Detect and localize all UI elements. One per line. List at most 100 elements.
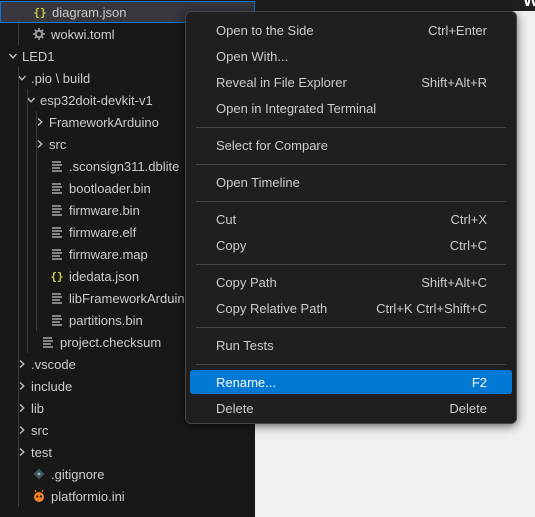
- indent-guide: [18, 309, 19, 331]
- lines-icon: [49, 224, 65, 240]
- menu-item-copy[interactable]: Copy Ctrl+C: [190, 233, 512, 257]
- tree-item[interactable]: test: [0, 441, 255, 463]
- indent-guide: [18, 331, 19, 353]
- menu-item-label: Rename...: [216, 374, 276, 390]
- menu-item-label: Copy: [216, 237, 247, 253]
- tree-item-label: platformio.ini: [51, 488, 125, 504]
- indent-guide: [18, 353, 19, 375]
- tree-item-label: libFrameworkArduino.a: [69, 290, 203, 306]
- indent-guide: [18, 177, 19, 199]
- editor-title: WOKWI Diagram Editor: [523, 0, 535, 10]
- indent-guide: [27, 287, 28, 309]
- menu-item-cut[interactable]: Cut Ctrl+X: [190, 207, 512, 231]
- git-icon: [31, 466, 47, 482]
- menu-item-shortcut: Ctrl+K Ctrl+Shift+C: [376, 300, 487, 316]
- context-menu: Open to the Side Ctrl+Enter Open With... Re…: [185, 11, 517, 424]
- indent-guide: [18, 133, 19, 155]
- indent-guide: [18, 485, 19, 507]
- menu-separator: [196, 127, 506, 128]
- indent-guide: [36, 199, 37, 221]
- indent-guide: [27, 243, 28, 265]
- indent-guide: [18, 397, 19, 419]
- menu-item-reveal-in-file-explorer[interactable]: Reveal in File Explorer Shift+Alt+R: [190, 70, 512, 94]
- lines-icon: [40, 334, 56, 350]
- chevron-down-icon[interactable]: [6, 51, 20, 61]
- menu-item-label: Run Tests: [216, 337, 274, 353]
- menu-item-open-with[interactable]: Open With...: [190, 44, 512, 68]
- menu-item-label: Reveal in File Explorer: [216, 74, 347, 90]
- tree-item-label: src: [49, 136, 67, 152]
- indent-guide: [36, 111, 37, 133]
- tree-item-label: .gitignore: [51, 466, 105, 482]
- menu-item-label: Delete: [216, 400, 254, 416]
- indent-guide: [18, 23, 19, 45]
- menu-item-select-for-compare[interactable]: Select for Compare: [190, 133, 512, 157]
- tree-item-label: firmware.elf: [69, 224, 137, 240]
- indent-guide: [19, 2, 20, 22]
- menu-item-label: Open in Integrated Terminal: [216, 100, 377, 116]
- indent-guide: [27, 199, 28, 221]
- tree-item-label: diagram.json: [52, 4, 127, 20]
- menu-item-label: Select for Compare: [216, 137, 328, 153]
- indent-guide: [27, 331, 28, 353]
- lines-icon: [49, 202, 65, 218]
- tree-item[interactable]: platformio.ini: [0, 485, 255, 507]
- menu-item-open-in-integrated-terminal[interactable]: Open in Integrated Terminal: [190, 96, 512, 120]
- indent-guide: [27, 177, 28, 199]
- tree-item-label: test: [31, 444, 52, 460]
- tree-item-label: LED1: [22, 48, 55, 64]
- menu-item-rename[interactable]: Rename... F2: [190, 370, 512, 394]
- json-braces-icon: {}: [50, 269, 64, 283]
- tree-item-label: firmware.map: [69, 246, 148, 262]
- indent-guide: [27, 309, 28, 331]
- menu-item-label: Copy Relative Path: [216, 300, 328, 316]
- editor-tab-bar: WOKWI Diagram Editor: [255, 0, 535, 11]
- indent-guide: [18, 287, 19, 309]
- tree-item-label: .pio \ build: [31, 70, 91, 86]
- menu-item-shortcut: F2: [471, 374, 487, 390]
- indent-guide: [18, 441, 19, 463]
- menu-item-shortcut: Ctrl+X: [450, 211, 487, 227]
- tree-item[interactable]: .gitignore: [0, 463, 255, 485]
- menu-item-run-tests[interactable]: Run Tests: [190, 333, 512, 357]
- indent-guide: [18, 375, 19, 397]
- menu-item-label: Open to the Side: [216, 22, 314, 38]
- indent-guide: [18, 419, 19, 441]
- gear-icon: [31, 26, 47, 42]
- menu-separator: [196, 264, 506, 265]
- menu-item-label: Copy Path: [216, 274, 277, 290]
- lines-icon: [49, 246, 65, 262]
- menu-item-shortcut: Shift+Alt+C: [421, 274, 487, 290]
- menu-separator: [196, 327, 506, 328]
- indent-guide: [18, 155, 19, 177]
- tree-item-label: FrameworkArduino: [49, 114, 159, 130]
- indent-guide: [18, 265, 19, 287]
- lines-icon: [49, 290, 65, 306]
- tree-item-label: partitions.bin: [69, 312, 143, 328]
- menu-item-copy-relative-path[interactable]: Copy Relative Path Ctrl+K Ctrl+Shift+C: [190, 296, 512, 320]
- indent-guide: [36, 155, 37, 177]
- menu-item-shortcut: Delete: [449, 400, 487, 416]
- menu-item-label: Cut: [216, 211, 237, 227]
- menu-item-copy-path[interactable]: Copy Path Shift+Alt+C: [190, 270, 512, 294]
- indent-guide: [18, 111, 19, 133]
- indent-guide: [18, 463, 19, 485]
- tree-item-label: bootloader.bin: [69, 180, 151, 196]
- menu-item-shortcut: Ctrl+Enter: [428, 22, 487, 38]
- menu-item-open-to-the-side[interactable]: Open to the Side Ctrl+Enter: [190, 18, 512, 42]
- menu-item-open-timeline[interactable]: Open Timeline: [190, 170, 512, 194]
- indent-guide: [18, 221, 19, 243]
- menu-item-shortcut: Ctrl+C: [449, 237, 487, 253]
- menu-separator: [196, 164, 506, 165]
- indent-guide: [27, 155, 28, 177]
- tree-item-label: src: [31, 422, 49, 438]
- tree-item-label: wokwi.toml: [51, 26, 115, 42]
- tree-item-label: .sconsign311.dblite: [69, 158, 180, 174]
- indent-guide: [18, 67, 19, 89]
- platformio-ant-icon: [31, 488, 47, 504]
- menu-item-delete[interactable]: Delete Delete: [190, 396, 512, 420]
- tree-item-label: .vscode: [31, 356, 76, 372]
- lines-icon: [49, 158, 65, 174]
- indent-guide: [36, 177, 37, 199]
- indent-guide: [36, 243, 37, 265]
